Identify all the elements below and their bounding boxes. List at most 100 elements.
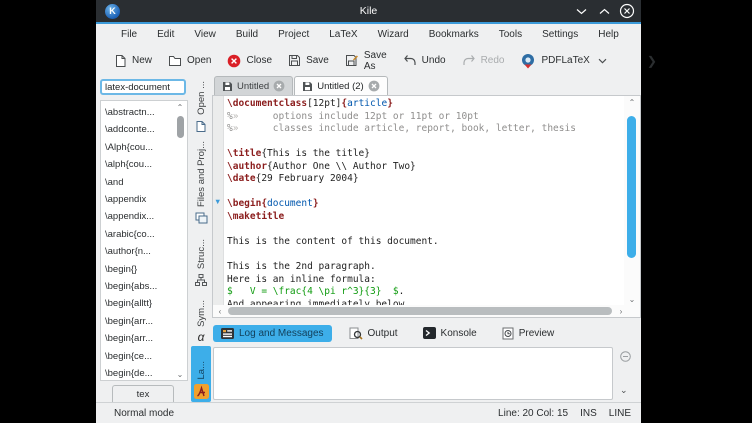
code-line[interactable]: %» options include 12pt or 11pt or 10pt (227, 111, 624, 124)
button-label: New (132, 55, 152, 66)
code-line[interactable]: $ V = \frac{4 \pi r^3}{3} $. (227, 286, 624, 299)
pdflatex-button[interactable]: PDFLaTeX (520, 53, 606, 69)
toolview-tab-label: Log and Messages (239, 328, 324, 339)
code-line[interactable]: \author{Author One \\ Author Two} (227, 161, 624, 174)
redo-button[interactable]: Redo (462, 54, 505, 67)
scroll-up-icon[interactable]: ⌃ (175, 102, 185, 112)
scrollbar-thumb[interactable] (228, 307, 612, 315)
toolview-tab-output[interactable]: Output (341, 324, 406, 343)
open-button[interactable]: Open (168, 54, 211, 67)
save-as-icon (345, 54, 359, 67)
code-line[interactable]: Here is an inline formula: (227, 274, 624, 287)
menu-item-file[interactable]: File (111, 27, 147, 42)
menu-item-edit[interactable]: Edit (147, 27, 184, 42)
minimize-icon[interactable] (573, 3, 589, 19)
cursor-position-label[interactable]: Line: 20 Col: 15 (498, 408, 568, 419)
code-area[interactable]: \documentclass[12pt]{article}%» options … (224, 96, 624, 305)
close-button[interactable]: Close (227, 54, 272, 68)
menu-item-settings[interactable]: Settings (532, 27, 588, 42)
toolview-tab-preview[interactable]: Preview (494, 324, 563, 343)
menu-item-help[interactable]: Help (588, 27, 629, 42)
code-token: } (387, 98, 393, 109)
window-title: Kile (96, 5, 641, 17)
code-token: [12pt] (307, 98, 341, 109)
code-line[interactable]: %» classes include article, report, book… (227, 123, 624, 136)
sidebar-tab-label: Open ... (196, 81, 207, 115)
scroll-right-icon[interactable]: › (616, 306, 626, 316)
tab-close-icon[interactable] (273, 80, 285, 92)
chevron-down-icon[interactable]: ⌄ (620, 385, 628, 396)
save-button[interactable]: Save (288, 54, 329, 67)
insert-mode-label[interactable]: INS (580, 408, 597, 419)
maximize-icon[interactable] (596, 3, 612, 19)
document-tab-untitled[interactable]: Untitled (214, 76, 293, 95)
code-token: document (267, 198, 313, 209)
tab-close-icon[interactable] (368, 80, 380, 92)
command-list-scrollbar[interactable]: ⌃ ⌄ (174, 102, 186, 379)
scroll-up-icon[interactable]: ⌃ (627, 97, 637, 107)
chevron-down-icon[interactable] (598, 58, 607, 64)
editor-icon-border[interactable]: ▼ (213, 96, 224, 305)
document-tabbar: Untitled Untitled (2) (212, 76, 641, 95)
titlebar[interactable]: K Kile (96, 0, 641, 22)
toolbar: NewOpenCloseSaveSave AsUndoRedoPDFLaTeX❯ (96, 45, 641, 76)
menu-item-project[interactable]: Project (268, 27, 319, 42)
toolbar-overflow-button[interactable]: ❯ (639, 54, 665, 68)
output-icon (349, 327, 363, 340)
fold-marker-icon[interactable]: ▼ (214, 197, 221, 206)
command-filter-input[interactable] (100, 79, 186, 95)
code-line[interactable]: \documentclass[12pt]{article} (227, 98, 624, 111)
main-area: \abstractn...\addconte...\Alph{cou...\al… (96, 76, 641, 402)
code-line[interactable] (227, 249, 624, 262)
sidebar-tab-sym[interactable]: Sym...α (191, 289, 211, 347)
log-messages-panel[interactable] (213, 347, 613, 400)
code-line[interactable]: \date{29 February 2004} (227, 173, 624, 186)
new-button[interactable]: New (114, 54, 152, 68)
scrollbar-thumb[interactable] (177, 116, 184, 138)
document-tab-label: Untitled (2) (317, 81, 363, 92)
scroll-down-icon[interactable]: ⌄ (175, 369, 185, 379)
undo-button[interactable]: Undo (403, 54, 446, 67)
toolview-tab-konsole[interactable]: Konsole (415, 324, 485, 342)
close-window-icon[interactable] (619, 3, 635, 19)
code-line[interactable] (227, 136, 624, 149)
editor-vertical-scrollbar[interactable]: ⌃ ⌄ (624, 96, 640, 305)
toolview-tab-label: Konsole (441, 328, 477, 339)
editor-horizontal-scrollbar[interactable]: ‹ › (213, 305, 640, 317)
menu-item-view[interactable]: View (184, 27, 226, 42)
button-label: Save (306, 55, 329, 66)
code-line[interactable] (227, 223, 624, 236)
document-tab-untitled-2[interactable]: Untitled (2) (294, 76, 387, 95)
code-line[interactable] (227, 186, 624, 199)
code-line[interactable]: This is the 2nd paragraph. (227, 261, 624, 274)
sidebar-tab-struc[interactable]: Struc... (191, 227, 211, 289)
code-token: {Author One \\ Author Two} (267, 161, 416, 172)
scrollbar-thumb[interactable] (627, 116, 636, 258)
menu-item-wizard[interactable]: Wizard (368, 27, 419, 42)
button-label: Undo (422, 55, 446, 66)
menu-item-tools[interactable]: Tools (489, 27, 532, 42)
code-line[interactable]: \begin{document} (227, 198, 624, 211)
sidebar-vertical-tabs: Open ... Files and Proj...Struc...Sym...α… (190, 76, 212, 402)
sidebar-tab-la[interactable]: La... (191, 346, 211, 402)
code-line[interactable]: \title{This is the title} (227, 148, 624, 161)
menu-item-build[interactable]: Build (226, 27, 268, 42)
line-mode-label[interactable]: LINE (609, 408, 631, 419)
alpha-icon: α (198, 331, 205, 343)
scroll-left-icon[interactable]: ‹ (215, 306, 225, 316)
toolview-tab-log-and-messages[interactable]: Log and Messages (213, 325, 332, 342)
toolview-tabbar: Log and Messages Output Konsole Preview (212, 322, 641, 344)
code-line[interactable]: \maketitle (227, 211, 624, 224)
desktop-stage: K Kile FileEditViewBuildProjectLaTeXWiza… (0, 0, 752, 423)
sidebar-tab-files-and-proj[interactable]: Files and Proj... (191, 136, 211, 227)
latex-command-list[interactable]: \abstractn...\addconte...\Alph{cou...\al… (100, 100, 188, 381)
sidebar-tab-label: La... (196, 361, 207, 380)
filetype-tab-tex[interactable]: tex (112, 385, 174, 402)
collapse-panel-icon[interactable] (620, 351, 631, 362)
menu-item-latex[interactable]: LaTeX (319, 27, 367, 42)
menu-item-bookmarks[interactable]: Bookmarks (419, 27, 489, 42)
sidebar-tab-open[interactable]: Open ... (191, 80, 211, 136)
code-line[interactable]: This is the content of this document. (227, 236, 624, 249)
save-as-button[interactable]: Save As (345, 50, 387, 72)
scroll-down-icon[interactable]: ⌄ (627, 294, 637, 304)
